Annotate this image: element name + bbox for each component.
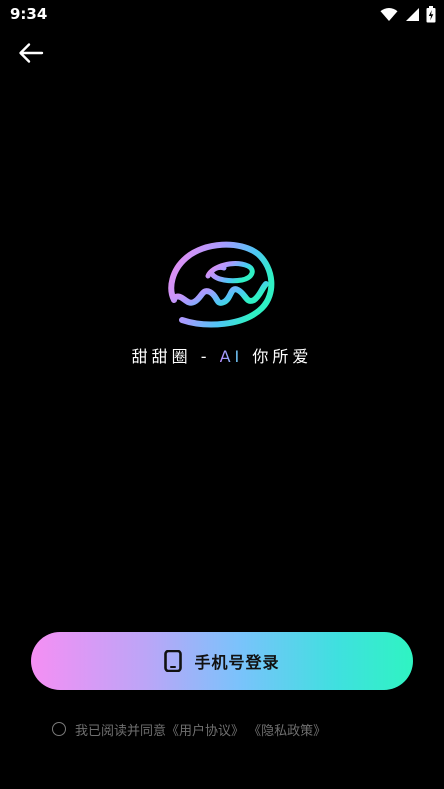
- user-agreement-link[interactable]: 《用户协议》: [166, 724, 244, 739]
- slogan-ai: AI: [219, 347, 244, 366]
- battery-charging-icon: [426, 5, 436, 22]
- wifi-icon: [380, 7, 398, 21]
- status-icons: [380, 4, 436, 24]
- phone-icon: [164, 650, 183, 672]
- agreement-checkbox[interactable]: [52, 722, 66, 736]
- status-bar: 9:34: [0, 0, 444, 28]
- agreement-text: 我已阅读并同意: [75, 723, 167, 739]
- donut-logo-icon: [168, 241, 275, 328]
- phone-login-button[interactable]: 手机号登录: [31, 632, 413, 690]
- privacy-policy-link[interactable]: 《隐私政策》: [248, 724, 326, 739]
- signal-icon: [406, 7, 419, 21]
- phone-login-label: 手机号登录: [194, 653, 280, 672]
- back-button[interactable]: [14, 38, 48, 68]
- brand-slogan: 甜甜圈 - AI 你所爱: [0, 343, 444, 367]
- slogan-suffix: 你所爱: [243, 347, 313, 366]
- login-screen: 9:34 甜甜圈 - AI 你所爱 手机号登录 我已阅读并同意《用户协议》 《隐…: [0, 0, 444, 789]
- back-arrow-icon: [19, 43, 44, 63]
- status-time: 9:34: [10, 5, 48, 23]
- slogan-prefix: 甜甜圈 -: [131, 347, 220, 366]
- agreement-row: 我已阅读并同意《用户协议》 《隐私政策》: [52, 719, 326, 739]
